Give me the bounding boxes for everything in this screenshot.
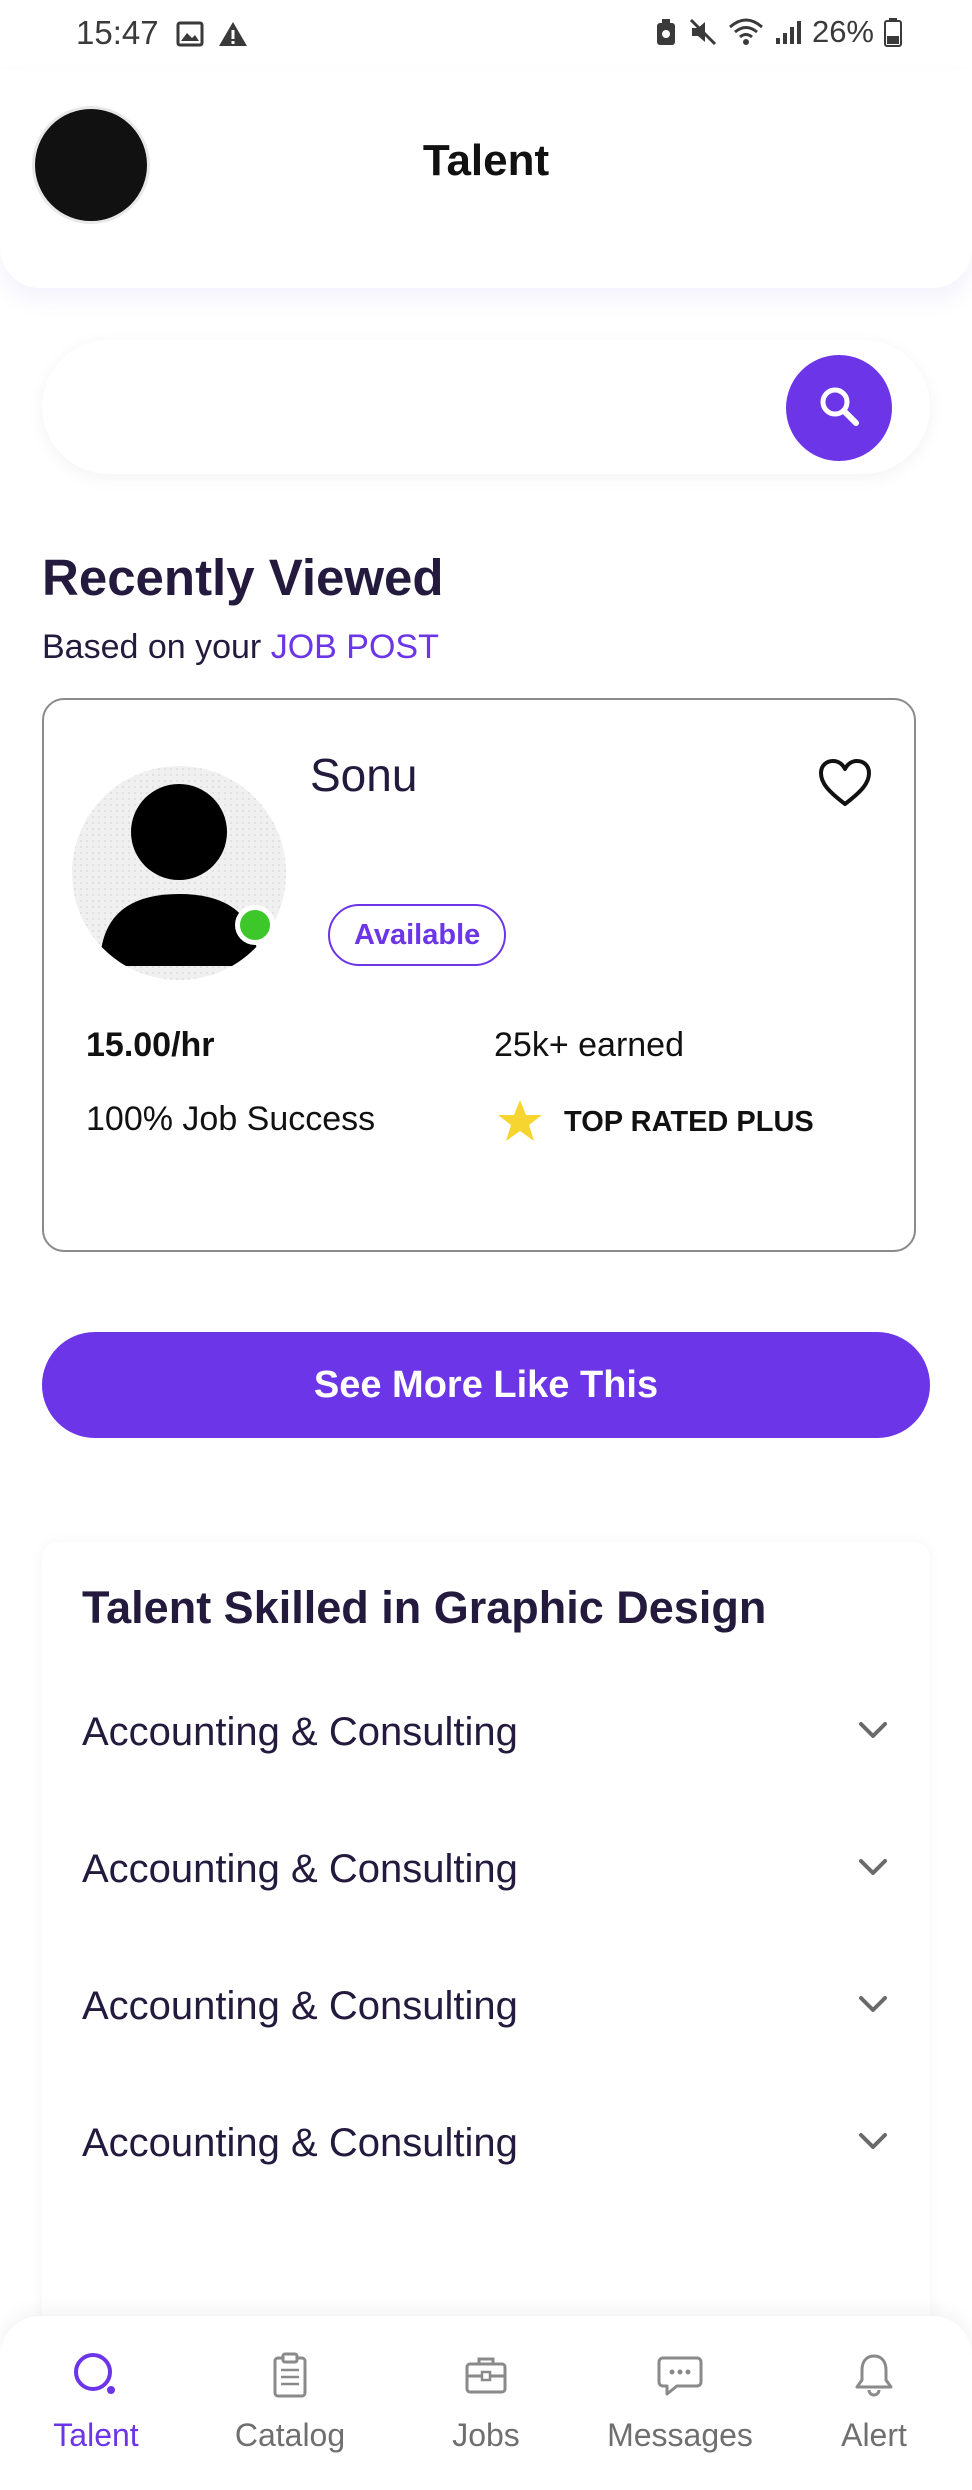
image-icon: [176, 20, 204, 53]
wifi-icon: [728, 17, 764, 47]
skill-accordion-item[interactable]: Accounting & Consulting: [82, 1829, 890, 1909]
talent-avatar: [72, 766, 286, 980]
briefcase-icon: [461, 2350, 511, 2405]
hourly-rate: 15.00/hr: [86, 1026, 215, 1064]
skill-label: Accounting & Consulting: [82, 1983, 518, 2028]
status-bar: 15:47 26%: [0, 0, 972, 70]
skill-accordion-item[interactable]: Accounting & Consulting: [82, 1966, 890, 2046]
skill-accordion-item[interactable]: Accounting & Consulting: [82, 1692, 890, 1772]
nav-item-alert[interactable]: Alert: [784, 2350, 964, 2454]
nav-label: Catalog: [234, 2417, 346, 2453]
skill-accordion-item[interactable]: Accounting & Consulting: [82, 2103, 890, 2183]
chevron-down-icon: [856, 1856, 890, 1883]
nav-label: Messages: [607, 2417, 753, 2453]
search-input[interactable]: [82, 370, 782, 444]
search-icon: [816, 383, 862, 434]
chevron-down-icon: [856, 2130, 890, 2157]
skill-label: Accounting & Consulting: [82, 2120, 518, 2165]
nav-label: Jobs: [452, 2417, 520, 2453]
signal-icon: [774, 18, 802, 46]
bell-icon: [849, 2350, 899, 2405]
search-button[interactable]: [786, 355, 892, 461]
battery-percent: 26%: [811, 14, 874, 49]
clipboard-icon: [265, 2350, 315, 2405]
nav-label: Talent: [53, 2417, 139, 2453]
skill-label: Accounting & Consulting: [82, 1846, 518, 1891]
online-status-dot: [235, 905, 275, 945]
nav-item-jobs[interactable]: Jobs: [396, 2350, 576, 2454]
see-more-button[interactable]: See More Like This: [42, 1332, 930, 1438]
battery-icon: [884, 17, 902, 47]
message-icon: [655, 2350, 705, 2405]
nav-item-catalog[interactable]: Catalog: [200, 2350, 380, 2454]
recently-viewed-title: Recently Viewed: [42, 549, 444, 606]
nav-item-messages[interactable]: Messages: [590, 2350, 770, 2454]
heart-icon[interactable]: [818, 758, 872, 813]
search-bar: [42, 340, 930, 474]
chevron-down-icon: [856, 1719, 890, 1746]
recently-viewed-subtitle: Based on your JOB POST: [42, 628, 439, 667]
bottom-nav: Talent Catalog Jobs Messages Alert: [0, 2316, 972, 2490]
skills-panel: Talent Skilled in Graphic Design Account…: [42, 1542, 930, 2332]
subtitle-prefix: Based on your: [42, 628, 271, 666]
availability-badge: Available: [328, 904, 507, 966]
job-post-link[interactable]: JOB POST: [271, 628, 439, 666]
skills-title: Talent Skilled in Graphic Design: [82, 1582, 767, 1633]
lock-battery-icon: [654, 17, 678, 47]
top-rated-badge: TOP RATED PLUS: [564, 1106, 814, 1138]
app-header: Talent: [0, 70, 972, 288]
skill-label: Accounting & Consulting: [82, 1709, 518, 1754]
earned-amount: 25k+ earned: [494, 1026, 684, 1064]
chevron-down-icon: [856, 1993, 890, 2020]
mute-icon: [688, 17, 718, 47]
nav-item-talent[interactable]: Talent: [6, 2350, 186, 2454]
status-time: 15:47: [76, 14, 159, 51]
page-title: Talent: [422, 136, 550, 185]
talent-card[interactable]: Sonu Available 15.00/hr 25k+ earned 100%…: [42, 698, 916, 1252]
talent-name: Sonu: [310, 749, 418, 801]
warning-icon: [218, 20, 248, 53]
job-success: 100% Job Success: [86, 1100, 376, 1138]
nav-label: Alert: [841, 2417, 907, 2453]
search-icon: [71, 2350, 121, 2405]
star-icon: [496, 1098, 544, 1149]
